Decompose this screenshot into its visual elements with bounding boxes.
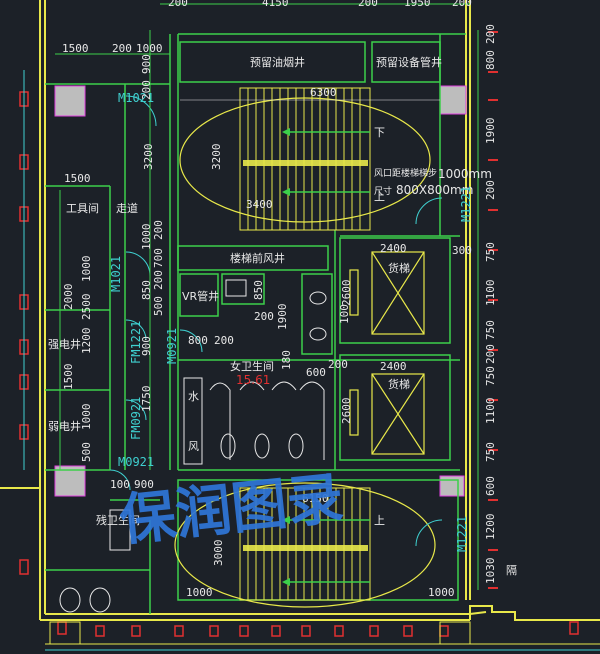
dim-right-col-13: 1030 — [484, 558, 497, 585]
dim-elev-gap: 300 — [452, 244, 472, 257]
dim-right-col-11: 600 — [484, 476, 497, 496]
dim-left-col-5: 1200 — [80, 328, 93, 355]
facade-windows-left — [19, 70, 29, 575]
label-reserved-equipment-shaft: 预留设备管井 — [376, 55, 442, 69]
dim-right-col-2: 1900 — [484, 118, 497, 145]
dim-left-col-1: 200 — [140, 80, 153, 100]
label-elevator-1: 货梯 — [388, 261, 410, 275]
dim-top-left-1: 200 — [112, 42, 132, 55]
dim-stair-top-height: 3200 — [210, 144, 223, 171]
dim-left-vertical: 3200 — [142, 144, 155, 171]
dim-right-col-4: 750 — [484, 242, 497, 262]
dim-shaft-100: 100 — [338, 304, 351, 324]
door-m0921-b: M0921 — [118, 455, 154, 469]
label-up-bottom: 上 — [374, 514, 385, 527]
dim-top-4: 200 — [452, 0, 472, 9]
dim-shaft-180: 180 — [280, 350, 293, 370]
dim-right-col-1: 800 — [484, 50, 497, 70]
label-note-line2: 尺寸 — [374, 185, 392, 197]
dim-right-col-8: 750 — [484, 366, 497, 386]
dim-top-left-0: 1500 — [62, 42, 89, 55]
dim-right-col-7: 200 — [484, 344, 497, 364]
label-note-line1: 风口距楼梯梯步 — [374, 167, 437, 179]
dim-mid-col-6: 900 — [140, 336, 153, 356]
dim-stair-bottom-left: 1000 — [186, 586, 213, 599]
dim-shaft-200-b: 200 — [254, 310, 274, 323]
dim-elev-width-2: 2400 — [380, 360, 407, 373]
label-corridor: 走道 — [116, 201, 138, 215]
dim-stair-bottom-right: 1000 — [428, 586, 455, 599]
dim-top-3: 1950 — [404, 0, 431, 9]
label-reserved-oil-flue: 预留油烟井 — [250, 55, 305, 69]
label-tool-room: 工具间 — [66, 202, 99, 215]
door-m1221-bottom: M1221 — [455, 516, 469, 552]
dim-shaft-600: 600 — [306, 366, 326, 379]
dim-shaft-200-c: 200 — [328, 358, 348, 371]
dims-mid-column: 1000 850 200 700 200 500 900 1750 — [140, 220, 165, 412]
dim-right-col-10: 750 — [484, 442, 497, 462]
architectural-floor-plan: 预留油烟井 预留设备管井 工具间 走道 楼梯前风井 VR管井 强电井 弱电井 女… — [0, 0, 600, 651]
dim-elev-h-1: 2600 — [340, 280, 353, 307]
dim-top-0: 200 — [168, 0, 188, 9]
dim-top-2: 200 — [358, 0, 378, 9]
dim-right-col-12: 1200 — [484, 514, 497, 541]
dim-right-col-9: 1100 — [484, 398, 497, 425]
label-vr-shaft: VR管井 — [182, 289, 219, 303]
label-water-char: 水 — [188, 390, 199, 403]
dim-stair-top-width: 6300 — [310, 86, 337, 99]
dim-left-col-0: 900 — [140, 54, 153, 74]
dim-mid-col-7: 1750 — [140, 386, 153, 413]
label-wind-char: 风 — [188, 440, 199, 453]
dim-shaft-850: 850 — [252, 280, 265, 300]
label-strong-current-shaft: 强电井 — [48, 337, 81, 351]
dim-top-left-2: 1000 — [136, 42, 163, 55]
dim-left-col-4: 2000 — [62, 284, 75, 311]
dim-right-col-5: 1100 — [484, 280, 497, 307]
dim-mid-col-4: 200 — [152, 270, 165, 290]
dim-left-col-8: 1000 — [80, 404, 93, 431]
dim-mid-col-5: 500 — [152, 296, 165, 316]
label-pressurized-shaft: 楼梯前风井 — [230, 251, 285, 265]
door-m1221-right: M1221 — [459, 186, 473, 222]
dim-mid-col-3: 700 — [152, 248, 165, 268]
dim-elev-h-2: 2600 — [340, 398, 353, 425]
dim-left-col-6: 1500 — [62, 364, 75, 391]
dim-right-col-3: 200 — [484, 180, 497, 200]
dim-right-col-0: 200 — [484, 24, 497, 44]
door-m0921-a: M0921 — [165, 328, 179, 364]
dim-left-col-7: 500 — [80, 442, 93, 462]
dim-elev-width-1: 2400 — [380, 242, 407, 255]
door-m1021-mid: M1021 — [109, 256, 123, 292]
elevator-cars — [349, 251, 425, 455]
dim-right-col-6: 750 — [484, 320, 497, 340]
dim-shaft-200-a: 200 — [214, 334, 234, 347]
label-down-top: 下 — [374, 126, 385, 139]
dim-left-col-2: 1000 — [80, 256, 93, 283]
dim-stair-top-inner: 3400 — [246, 198, 273, 211]
label-hatch: 隔 — [506, 564, 517, 577]
dim-mid-col-2: 200 — [152, 220, 165, 240]
label-elevator-2: 货梯 — [388, 377, 410, 391]
dim-left-col-3: 2500 — [80, 294, 93, 321]
dim-top-1: 4150 — [262, 0, 289, 9]
dim-shaft-1900: 1900 — [276, 304, 289, 331]
facade-columns-bottom — [45, 621, 600, 651]
label-weak-current-shaft: 弱电井 — [48, 419, 81, 433]
label-toilet-area: 15.61 — [236, 373, 270, 387]
dimension-ticks — [488, 31, 498, 589]
label-note-value1: 1000mm — [438, 167, 492, 181]
dim-shaft-800: 800 — [188, 334, 208, 347]
dim-mid-left: 1500 — [64, 172, 91, 185]
label-female-toilet: 女卫生间 — [230, 359, 274, 373]
